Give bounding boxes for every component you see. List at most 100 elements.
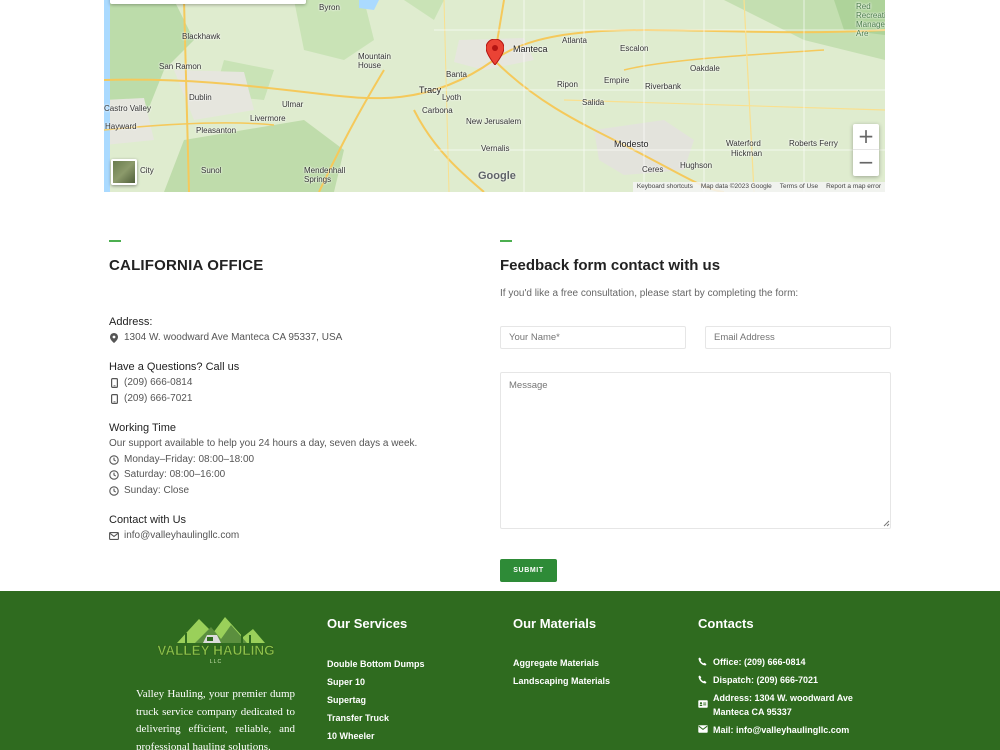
site-footer: VALLEY HAULING LLC Valley Hauling, your …: [0, 591, 1000, 750]
material-link[interactable]: Landscaping Materials: [513, 676, 610, 686]
service-link[interactable]: 10 Wheeler: [327, 731, 375, 741]
map-label: Tracy: [419, 85, 442, 95]
office-heading: CALIFORNIA OFFICE: [109, 257, 264, 274]
email-input[interactable]: [705, 326, 891, 349]
svg-text:VALLEY HAULING: VALLEY HAULING: [157, 643, 274, 658]
email-row: info@valleyhaulingllc.com: [109, 530, 239, 541]
resize-handle-icon[interactable]: [883, 520, 890, 527]
service-link[interactable]: Transfer Truck: [327, 713, 389, 723]
service-link[interactable]: Super 10: [327, 677, 365, 687]
envelope-icon: [109, 531, 119, 541]
material-link[interactable]: Aggregate Materials: [513, 658, 599, 668]
footer-mail[interactable]: Mail: info@valleyhaulingllc.com: [698, 723, 849, 737]
hours-row: Monday–Friday: 08:00–18:00: [109, 454, 254, 465]
map-label: Vernalis: [481, 144, 510, 153]
map-label: Mountain House: [358, 52, 391, 70]
footer-about-text: Valley Hauling, your premier dump truck …: [136, 688, 295, 750]
contact-label: Contact with Us: [109, 514, 187, 526]
envelope-icon: [698, 723, 708, 737]
map-label: Lyoth: [442, 93, 462, 102]
materials-heading: Our Materials: [513, 616, 597, 631]
phone-link[interactable]: (209) 666-7021: [124, 393, 192, 404]
section-accent-dash: [109, 240, 121, 242]
submit-button[interactable]: SUBMIT: [500, 559, 557, 582]
map-label: Byron: [319, 3, 340, 12]
map-label: Ulmar: [282, 100, 304, 109]
message-textarea[interactable]: [500, 372, 891, 529]
phone-icon: [698, 673, 708, 687]
map-label: Red Recreation Managem Are: [856, 2, 885, 38]
map-label: Dublin: [189, 93, 212, 102]
satellite-toggle-button[interactable]: [111, 159, 137, 185]
map-label: Salida: [582, 98, 605, 107]
mobile-phone-icon: [109, 393, 119, 404]
map-label: Hughson: [680, 161, 713, 170]
phone-row: (209) 666-0814: [109, 377, 192, 388]
address-text: 1304 W. woodward Ave Manteca CA 95337, U…: [124, 332, 343, 343]
location-map[interactable]: Byron Blackhawk San Ramon Dublin Pleasan…: [104, 0, 885, 192]
terms-link[interactable]: Terms of Use: [780, 182, 818, 192]
map-marker-icon: [109, 332, 119, 343]
hours-text: Saturday: 08:00–16:00: [124, 469, 226, 480]
map-label: Manteca: [513, 44, 548, 54]
zoom-out-button[interactable]: −: [853, 150, 879, 176]
map-label: Ceres: [642, 165, 664, 174]
service-link[interactable]: Double Bottom Dumps: [327, 659, 425, 669]
clock-icon: [109, 485, 119, 496]
hours-row: Saturday: 08:00–16:00: [109, 469, 225, 480]
service-link[interactable]: Supertag: [327, 695, 366, 705]
map-attribution: Keyboard shortcuts Map data ©2023 Google…: [632, 182, 885, 192]
contacts-heading: Contacts: [698, 616, 754, 631]
map-label: Mendenhall Springs: [304, 166, 346, 184]
map-label: Pleasanton: [196, 126, 237, 135]
section-accent-dash: [500, 240, 512, 242]
footer-dispatch-phone[interactable]: Dispatch: (209) 666-7021: [698, 673, 818, 687]
map-label: City: [140, 166, 154, 175]
footer-office-phone[interactable]: Office: (209) 666-0814: [698, 655, 806, 669]
phone-row: (209) 666-7021: [109, 393, 192, 404]
map-label: Carbona: [422, 106, 453, 115]
map-label: Hayward: [105, 122, 137, 131]
hours-row: Sunday: Close: [109, 485, 189, 496]
keyboard-shortcuts-link[interactable]: Keyboard shortcuts: [637, 182, 693, 192]
map-label: Banta: [446, 70, 467, 79]
svg-text:LLC: LLC: [210, 659, 222, 665]
clock-icon: [109, 469, 119, 480]
map-label: Riverbank: [645, 82, 682, 91]
map-pin-icon[interactable]: [486, 39, 504, 65]
map-searchbox[interactable]: [110, 0, 306, 4]
address-label: Address:: [109, 316, 153, 328]
name-input[interactable]: [500, 326, 686, 349]
phone-icon: [698, 655, 708, 669]
map-label: Sunol: [201, 166, 222, 175]
google-logo: Google: [478, 170, 516, 182]
map-label: Waterford: [726, 139, 761, 148]
mobile-phone-icon: [109, 377, 119, 388]
map-label: Blackhawk: [182, 32, 221, 41]
zoom-in-button[interactable]: +: [853, 124, 879, 150]
working-time-label: Working Time: [109, 422, 177, 434]
address-row: 1304 W. woodward Ave Manteca CA 95337, U…: [109, 332, 342, 343]
call-label: Have a Questions? Call us: [109, 361, 240, 373]
map-label: Oakdale: [690, 64, 720, 73]
services-heading: Our Services: [327, 616, 408, 631]
clock-icon: [109, 454, 119, 465]
map-label: Livermore: [250, 114, 286, 123]
map-label: New Jerusalem: [466, 117, 522, 126]
hours-text: Monday–Friday: 08:00–18:00: [124, 454, 255, 465]
map-label: Roberts Ferry: [789, 139, 838, 148]
hours-text: Sunday: Close: [124, 485, 190, 496]
footer-address: Address: 1304 W. woodward Ave Manteca CA…: [698, 691, 868, 719]
feedback-intro: If you'd like a free consultation, pleas…: [500, 288, 799, 299]
map-tiles: [104, 0, 885, 192]
map-data-text: Map data ©2023 Google: [700, 183, 772, 190]
map-label: Escalon: [620, 44, 649, 53]
map-label: Atlanta: [562, 36, 587, 45]
address-card-icon: [698, 691, 708, 719]
phone-link[interactable]: (209) 666-0814: [124, 377, 192, 388]
map-label: Ripon: [557, 80, 578, 89]
report-map-error-link[interactable]: Report a map error: [826, 182, 881, 192]
valley-hauling-logo[interactable]: VALLEY HAULING LLC: [155, 609, 277, 667]
email-link[interactable]: info@valleyhaulingllc.com: [124, 530, 239, 541]
map-label: Hickman: [731, 149, 763, 158]
